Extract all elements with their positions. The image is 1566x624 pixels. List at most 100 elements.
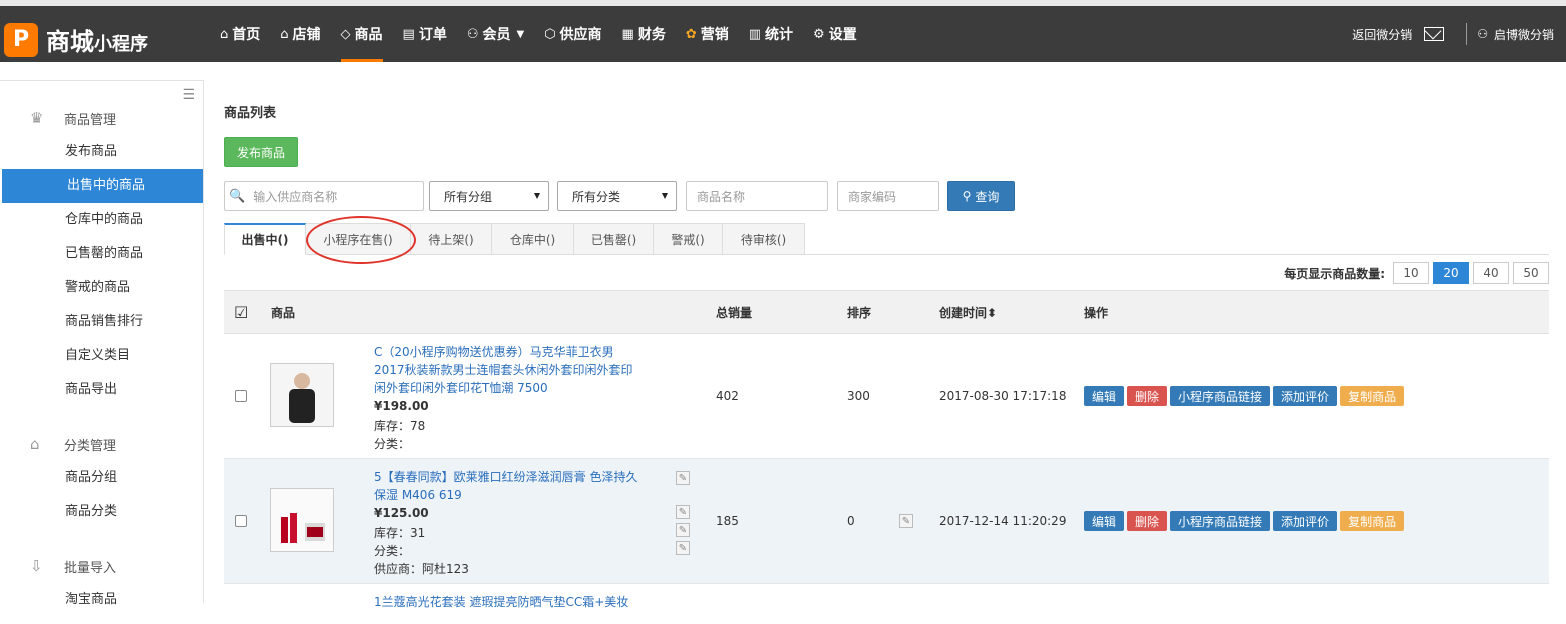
sidebar-item-export[interactable]: 商品导出	[0, 373, 203, 407]
product-name-placeholder: 商品名称	[697, 189, 746, 204]
sidebar-group-category-management: ⌂ 分类管理	[0, 427, 203, 461]
tab-on-sale[interactable]: 出售中()	[224, 223, 306, 255]
user-name-link[interactable]: 启博微分销	[1494, 26, 1554, 43]
category-select-value: 所有分类	[572, 189, 621, 204]
product-price: ¥198.00	[374, 399, 429, 413]
search-button[interactable]: ⚲ 查询	[947, 181, 1015, 211]
nav-marketing[interactable]: ✿ 营销	[676, 6, 739, 62]
product-title-link[interactable]: C（20小程序购物送优惠券）马克华菲卫衣男2017秋装新款男士连帽套头休闲外套印…	[374, 343, 644, 397]
copy-product-button[interactable]: 复制商品	[1340, 511, 1405, 531]
supplier-placeholder: 输入供应商名称	[253, 189, 338, 204]
tab-pending-review[interactable]: 待审核()	[723, 223, 805, 255]
nav-products[interactable]: ◇ 商品	[331, 6, 393, 62]
product-image	[271, 489, 333, 551]
add-review-button[interactable]: 添加评价	[1273, 511, 1338, 531]
supplier-search-input[interactable]: 🔍 输入供应商名称	[224, 181, 424, 211]
product-name-input[interactable]: 商品名称	[686, 181, 828, 211]
home-icon: ⌂	[220, 26, 229, 42]
group-select-value: 所有分组	[444, 189, 493, 204]
sidebar-item-sales-ranking[interactable]: 商品销售排行	[0, 305, 203, 339]
header-sort: 排序	[847, 306, 872, 320]
page-title: 商品列表	[224, 106, 277, 121]
category-select[interactable]: 所有分类	[557, 181, 677, 211]
miniprogram-link-button[interactable]: 小程序商品链接	[1170, 386, 1271, 406]
menu-toggle-icon[interactable]: ☰	[182, 87, 195, 103]
nav-settings[interactable]: ⚙ 设置	[803, 6, 867, 62]
nav-members[interactable]: ⚇ 会员 ▼	[457, 6, 534, 62]
edit-stock-pencil-icon[interactable]: ✎	[676, 523, 690, 537]
back-to-distribution-link[interactable]: 返回微分销	[1352, 26, 1412, 43]
tab-warehouse[interactable]: 仓库中()	[492, 223, 574, 255]
nav-suppliers[interactable]: ⬡ 供应商	[534, 6, 611, 62]
sidebar-item-on-sale[interactable]: 出售中的商品	[2, 169, 203, 203]
sidebar-group-product-management: ♛ 商品管理	[0, 101, 203, 135]
edit-title-pencil-icon[interactable]: ✎	[676, 471, 690, 485]
row-checkbox[interactable]	[235, 390, 247, 402]
merchant-code-input[interactable]: 商家编码	[837, 181, 939, 211]
nav-finance[interactable]: ▦ 财务	[612, 6, 676, 62]
edit-price-pencil-icon[interactable]: ✎	[676, 505, 690, 519]
nav-stats[interactable]: ▥ 统计	[739, 6, 803, 62]
product-thumbnail[interactable]	[270, 363, 334, 427]
product-title-link[interactable]: 1兰蔻高光花套装 遮瑕提亮防晒气垫CC霜+美妆	[374, 593, 634, 611]
search-icon: ⚲	[962, 189, 972, 203]
sidebar-item-alert[interactable]: 警戒的商品	[0, 271, 203, 305]
sidebar-item-product-group[interactable]: 商品分组	[0, 461, 203, 495]
highlight-circle	[306, 216, 416, 264]
delete-button[interactable]: 删除	[1127, 511, 1168, 531]
delete-button[interactable]: 删除	[1127, 386, 1168, 406]
add-review-button[interactable]: 添加评价	[1273, 386, 1338, 406]
tag-icon: ◇	[340, 26, 351, 42]
nav-stats-label: 统计	[765, 27, 794, 43]
divider	[1466, 23, 1468, 45]
copy-product-button[interactable]: 复制商品	[1340, 386, 1405, 406]
mail-icon[interactable]	[1424, 27, 1445, 41]
edit-sort-pencil-icon[interactable]: ✎	[899, 514, 913, 528]
tab-sold-out[interactable]: 已售罄()	[574, 223, 654, 255]
sidebar-group-label: 批量导入	[64, 560, 117, 576]
nav-members-label: 会员	[482, 27, 511, 43]
header-created-label: 创建时间	[939, 306, 988, 320]
group-select[interactable]: 所有分组	[429, 181, 549, 211]
product-title-link[interactable]: 5【春春同款】欧莱雅口红纷泽滋润唇膏 色泽持久保湿 M406 619	[374, 468, 644, 504]
table-row: C（20小程序购物送优惠券）马克华菲卫衣男2017秋装新款男士连帽套头休闲外套印…	[224, 334, 1549, 459]
row-checkbox[interactable]	[235, 515, 247, 527]
per-page-50[interactable]: 50	[1513, 262, 1549, 284]
dropdown-arrow-icon	[662, 193, 668, 199]
sidebar-group-batch-import: ⇩ 批量导入	[0, 549, 203, 583]
edit-button[interactable]: 编辑	[1084, 386, 1125, 406]
edit-button[interactable]: 编辑	[1084, 511, 1125, 531]
product-thumbnail[interactable]	[270, 488, 334, 552]
sidebar-group-label: 分类管理	[64, 438, 117, 454]
sidebar-item-publish-product[interactable]: 发布商品	[0, 135, 203, 169]
brand-logo[interactable]: P 商城小程序	[4, 22, 148, 57]
sort-value: 0	[847, 514, 855, 528]
sidebar-item-product-category[interactable]: 商品分类	[0, 495, 203, 529]
edit-category-pencil-icon[interactable]: ✎	[676, 541, 690, 555]
per-page-40[interactable]: 40	[1473, 262, 1509, 284]
product-stock: 库存：31	[374, 526, 426, 540]
tab-alert[interactable]: 警戒()	[654, 223, 723, 255]
sidebar-item-sold-out[interactable]: 已售罄的商品	[0, 237, 203, 271]
miniprogram-link-button[interactable]: 小程序商品链接	[1170, 511, 1271, 531]
row-operations: 编辑 删除 小程序商品链接 添加评价 复制商品	[1084, 511, 1407, 531]
sidebar: ☰ ♛ 商品管理 发布商品 出售中的商品 仓库中的商品 已售罄的商品 警戒的商品…	[0, 80, 204, 607]
dropdown-arrow-icon	[534, 193, 540, 199]
per-page-20[interactable]: 20	[1433, 262, 1469, 284]
select-all-checkbox[interactable]: ☑	[234, 291, 248, 335]
brand-name: 商城小程序	[46, 22, 148, 57]
tab-pending-listing[interactable]: 待上架()	[411, 223, 492, 255]
nav-home[interactable]: ⌂ 首页	[210, 6, 270, 62]
sidebar-item-warehouse[interactable]: 仓库中的商品	[0, 203, 203, 237]
order-icon: ▤	[402, 26, 415, 42]
sidebar-item-custom-category[interactable]: 自定义类目	[0, 339, 203, 373]
per-page-10[interactable]: 10	[1393, 262, 1429, 284]
nav-orders[interactable]: ▤ 订单	[393, 6, 457, 62]
store-icon: ⌂	[280, 26, 289, 42]
header-created-time[interactable]: 创建时间⬍	[939, 291, 997, 335]
nav-store[interactable]: ⌂ 店铺	[270, 6, 330, 62]
publish-product-button[interactable]: 发布商品	[224, 137, 298, 167]
sidebar-item-taobao[interactable]: 淘宝商品	[0, 583, 203, 617]
sidebar-group-label: 商品管理	[64, 112, 117, 128]
nav-marketing-label: 营销	[700, 27, 729, 43]
